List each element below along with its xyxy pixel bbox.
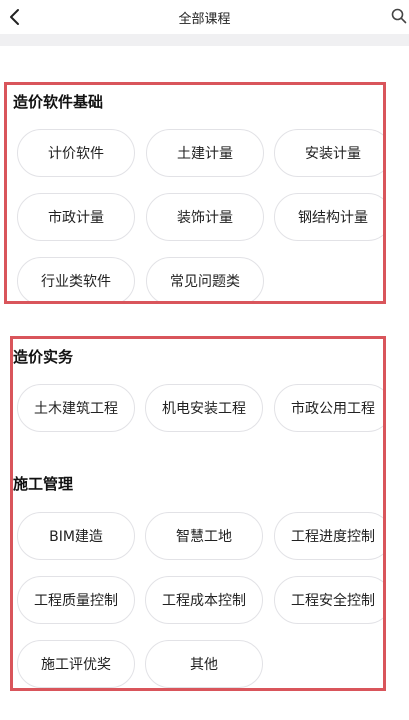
group-section-practice: 造价实务 土木建筑工程 机电安装工程 市政公用工程 施工管理 BIM建造 智慧工… bbox=[10, 336, 386, 691]
course-chip-mep-engineering[interactable]: 机电安装工程 bbox=[145, 384, 263, 432]
course-chip-safety-control[interactable]: 工程安全控制 bbox=[274, 576, 383, 624]
header-divider bbox=[0, 34, 409, 46]
top-nav-bar: 全部课程 bbox=[0, 0, 409, 34]
course-chip-civil-measure[interactable]: 土建计量 bbox=[146, 129, 264, 177]
course-chip-pricing-software[interactable]: 计价软件 bbox=[17, 129, 135, 177]
course-chip-municipal-engineering[interactable]: 市政公用工程 bbox=[274, 384, 383, 432]
group-title-construction-mgmt: 施工管理 bbox=[13, 475, 74, 493]
page-title: 全部课程 bbox=[178, 12, 231, 27]
group-title-practice: 造价实务 bbox=[13, 348, 74, 366]
course-chip-schedule-control[interactable]: 工程进度控制 bbox=[274, 512, 383, 560]
course-chip-industry-software[interactable]: 行业类软件 bbox=[17, 257, 135, 301]
course-chip-municipal-measure[interactable]: 市政计量 bbox=[17, 193, 135, 241]
course-chip-quality-control[interactable]: 工程质量控制 bbox=[17, 576, 135, 624]
search-icon[interactable] bbox=[391, 8, 407, 24]
course-chip-decoration-measure[interactable]: 装饰计量 bbox=[146, 193, 264, 241]
course-chip-steel-measure[interactable]: 钢结构计量 bbox=[274, 193, 383, 241]
group-section-software: 造价软件基础 计价软件 土建计量 安装计量 市政计量 装饰计量 钢结构计量 行业… bbox=[4, 82, 386, 304]
course-chip-other[interactable]: 其他 bbox=[145, 640, 263, 688]
course-chip-faq[interactable]: 常见问题类 bbox=[146, 257, 264, 301]
course-chip-award-evaluation[interactable]: 施工评优奖 bbox=[17, 640, 135, 688]
course-chip-civil-engineering[interactable]: 土木建筑工程 bbox=[17, 384, 135, 432]
course-chip-install-measure[interactable]: 安装计量 bbox=[274, 129, 383, 177]
course-chip-cost-control[interactable]: 工程成本控制 bbox=[145, 576, 263, 624]
course-chip-smart-site[interactable]: 智慧工地 bbox=[145, 512, 263, 560]
course-chip-bim[interactable]: BIM建造 bbox=[17, 512, 135, 560]
group-title-software: 造价软件基础 bbox=[13, 93, 104, 111]
